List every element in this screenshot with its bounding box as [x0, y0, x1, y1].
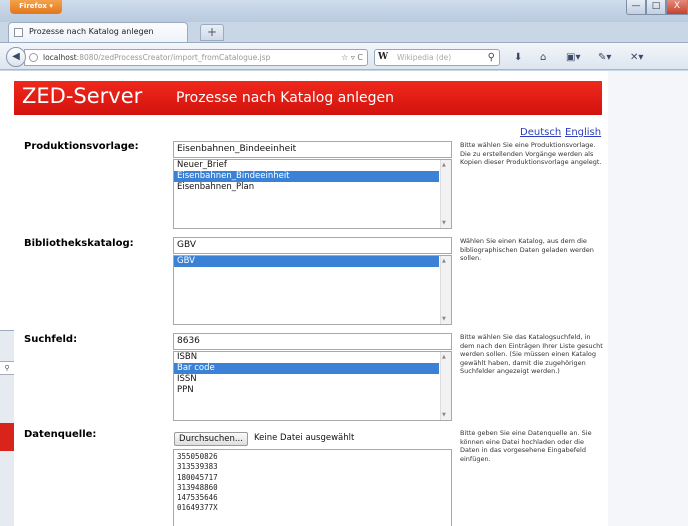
search-icon[interactable]: ⚲	[488, 50, 495, 65]
produktionsvorlage-input[interactable]: Eisenbahnen_Bindeeinheit	[173, 141, 452, 158]
home-icon[interactable]: ⌂	[540, 52, 546, 63]
suchfeld-list[interactable]: ISBN Bar code ISSN PPN ▲ ▼	[173, 351, 452, 421]
textarea-line: 355050826	[177, 452, 218, 461]
suchfeld-label: Suchfeld:	[24, 334, 78, 345]
background-search-icon: ⚲	[0, 361, 14, 375]
url-host: localhost	[43, 53, 77, 62]
back-button[interactable]: ◀	[6, 47, 26, 67]
scroll-up-icon[interactable]: ▲	[442, 354, 446, 360]
background-window[interactable]: ⚲	[0, 330, 14, 526]
list-item-selected[interactable]: Eisenbahnen_Bindeeinheit	[174, 171, 439, 182]
bibliothekskatalog-input[interactable]: GBV	[173, 237, 452, 254]
navigation-bar: localhost:8080/zedProcessCreator/import_…	[0, 42, 688, 70]
textarea-line: 180045717	[177, 472, 218, 482]
list-item[interactable]: ISSN	[174, 374, 439, 385]
scroll-down-icon[interactable]: ▼	[442, 412, 446, 418]
page-title: Prozesse nach Katalog anlegen	[176, 90, 394, 106]
textarea-line: 147535646	[177, 493, 218, 503]
produktionsvorlage-label: Produktionsvorlage:	[24, 141, 139, 152]
close-window-button[interactable]: X	[666, 0, 688, 15]
new-tab-button[interactable]: +	[200, 24, 224, 41]
addon-icon[interactable]: ✎▾	[598, 52, 611, 63]
url-controls[interactable]: ☆ ▿ C	[341, 50, 363, 65]
download-icon[interactable]: ⬇	[514, 52, 522, 63]
scrollbar[interactable]: ▲ ▼	[440, 256, 451, 324]
scrollbar[interactable]: ▲ ▼	[440, 352, 451, 420]
minimize-button[interactable]: —	[626, 0, 646, 15]
tab-active[interactable]: Prozesse nach Katalog anlegen	[8, 22, 188, 42]
extension-icon[interactable]: ✕▾	[630, 52, 643, 63]
lang-deutsch-link[interactable]: Deutsch	[520, 127, 561, 138]
scroll-down-icon[interactable]: ▼	[442, 316, 446, 322]
bibliothekskatalog-label: Bibliothekskatalog:	[24, 238, 134, 249]
datenquelle-textarea[interactable]: 355050826 313539383 180045717 313948860 …	[173, 449, 452, 526]
wikipedia-engine-icon[interactable]: W	[378, 50, 388, 65]
scrollbar[interactable]: ▲ ▼	[440, 160, 451, 228]
url-path: :8080/zedProcessCreator/import_fromCatal…	[76, 53, 271, 62]
produktionsvorlage-list[interactable]: Neuer_Brief Eisenbahnen_Bindeeinheit Eis…	[173, 159, 452, 229]
suchfeld-input[interactable]: 8636	[173, 333, 452, 350]
app-title: ZED-Server	[22, 84, 143, 108]
textarea-line: 313948860	[177, 482, 218, 492]
textarea-line: 01649377X	[177, 503, 218, 513]
firefox-menu-button[interactable]: Firefox ▾	[10, 0, 62, 14]
bookmarks-icon[interactable]: ▣▾	[566, 52, 580, 63]
datenquelle-hint: Bitte geben Sie eine Datenquelle an. Sie…	[460, 429, 592, 463]
bibliothekskatalog-hint: Wählen Sie einen Katalog, aus dem die bi…	[460, 237, 594, 262]
file-status: Keine Datei ausgewählt	[254, 433, 355, 443]
search-placeholder: Wikipedia (de)	[397, 53, 452, 62]
datenquelle-label: Datenquelle:	[24, 429, 97, 440]
back-arrow-icon: ◀	[12, 51, 20, 62]
page-margin	[608, 71, 688, 526]
browser-window: Firefox ▾ — □ X Prozesse nach Katalog an…	[0, 0, 688, 526]
page-viewport: ZED-Server Prozesse nach Katalog anlegen…	[0, 71, 688, 526]
title-bar: Firefox ▾ — □ X	[0, 0, 688, 22]
search-bar[interactable]: W Wikipedia (de) ⚲	[374, 49, 500, 66]
list-item[interactable]: Neuer_Brief	[174, 160, 439, 171]
site-identity-icon[interactable]	[29, 53, 38, 62]
url-bar[interactable]: localhost:8080/zedProcessCreator/import_…	[24, 49, 368, 66]
list-item-selected[interactable]: GBV	[174, 256, 439, 267]
list-item[interactable]: PPN	[174, 385, 439, 396]
list-item[interactable]: ISBN	[174, 352, 439, 363]
scroll-down-icon[interactable]: ▼	[442, 220, 446, 226]
suchfeld-hint: Bitte wählen Sie das Katalogsuchfeld, in…	[460, 333, 603, 375]
textarea-line: 313539383	[177, 462, 218, 472]
list-item[interactable]: Eisenbahnen_Plan	[174, 182, 439, 193]
browse-file-button[interactable]: Durchsuchen...	[174, 432, 248, 446]
tab-title: Prozesse nach Katalog anlegen	[29, 27, 154, 36]
list-item-selected[interactable]: Bar code	[174, 363, 439, 374]
page-favicon-icon	[14, 28, 23, 37]
background-banner	[0, 423, 14, 451]
scroll-up-icon[interactable]: ▲	[442, 162, 446, 168]
scroll-up-icon[interactable]: ▲	[442, 258, 446, 264]
bibliothekskatalog-list[interactable]: GBV ▲ ▼	[173, 255, 452, 325]
produktionsvorlage-hint: Bitte wählen Sie eine Produktionsvorlage…	[460, 141, 602, 166]
maximize-button[interactable]: □	[646, 0, 666, 15]
header-banner: ZED-Server Prozesse nach Katalog anlegen	[14, 81, 602, 115]
lang-english-link[interactable]: English	[565, 127, 601, 138]
